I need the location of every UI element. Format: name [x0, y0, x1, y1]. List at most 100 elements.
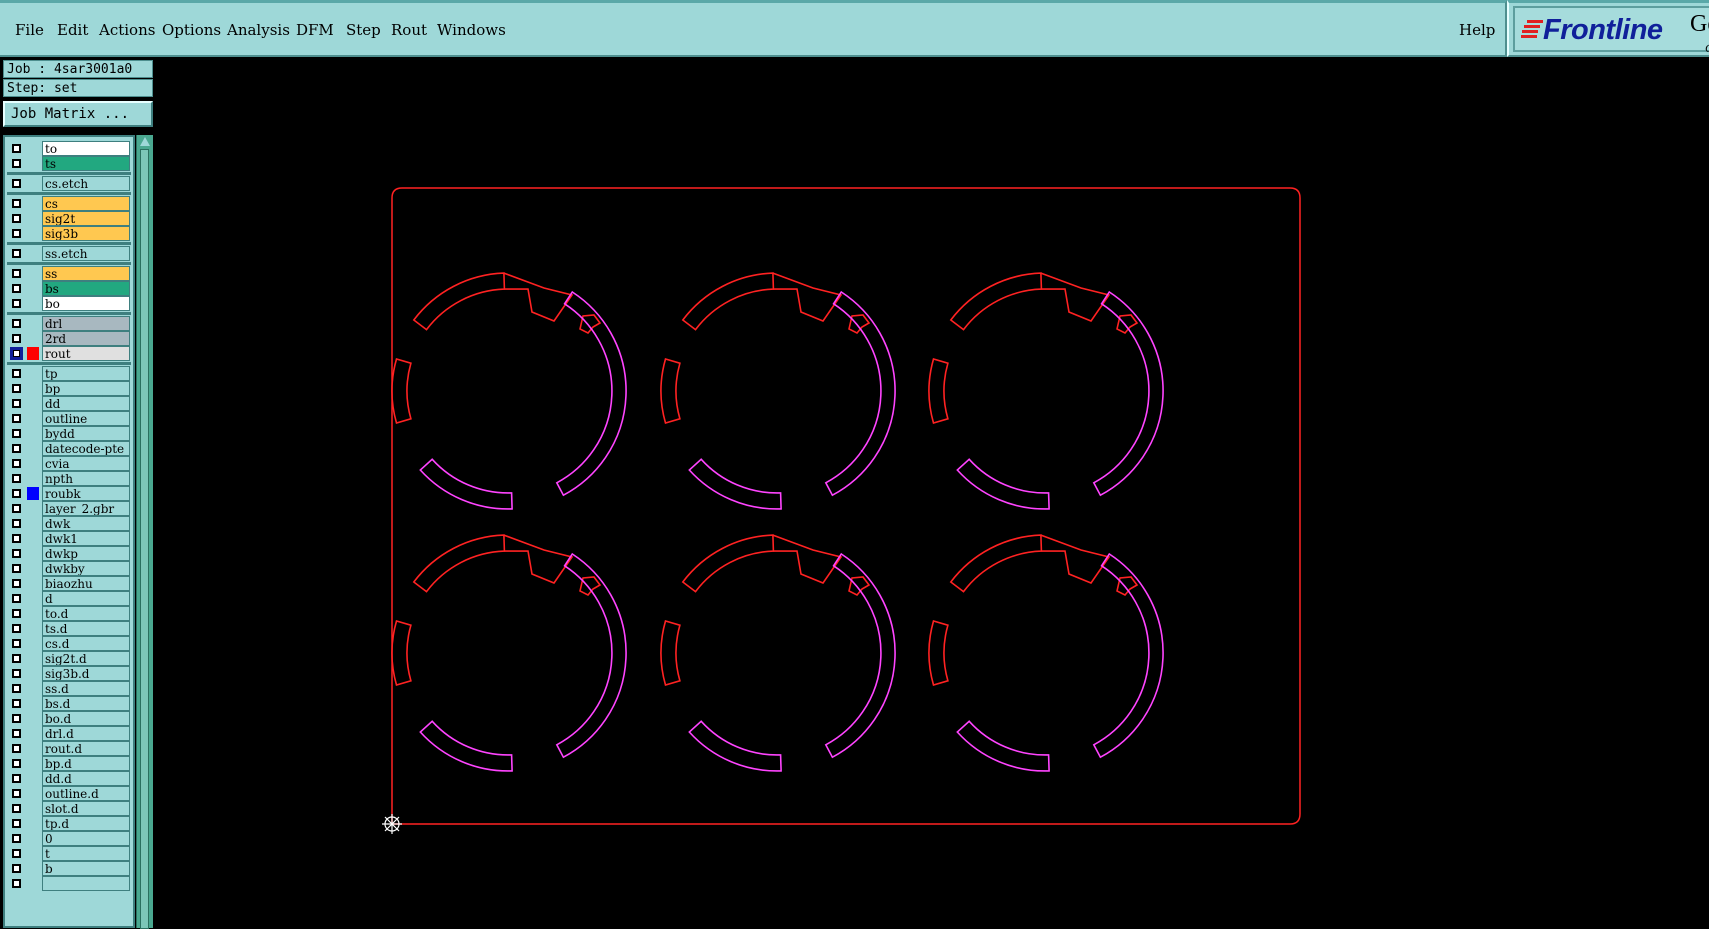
- scroll-up-icon[interactable]: [140, 137, 150, 146]
- layer-checkbox[interactable]: [12, 819, 21, 828]
- layer-row-dwkby[interactable]: dwkby: [7, 561, 131, 576]
- layer-name[interactable]: biaozhu: [42, 576, 130, 591]
- layer-checkbox[interactable]: [12, 474, 21, 483]
- layer-name[interactable]: dwk: [42, 516, 130, 531]
- layer-checkbox[interactable]: [12, 834, 21, 843]
- layer-name[interactable]: bs: [42, 281, 130, 296]
- layer-name[interactable]: cvia: [42, 456, 130, 471]
- layer-row-ss[interactable]: ss: [7, 266, 131, 281]
- layer-checkbox[interactable]: [12, 534, 21, 543]
- layer-row-biaozhu[interactable]: biaozhu: [7, 576, 131, 591]
- layer-name[interactable]: to.d: [42, 606, 130, 621]
- layer-checkbox[interactable]: [12, 334, 21, 343]
- layer-checkbox[interactable]: [12, 774, 21, 783]
- layer-row-cs.d[interactable]: cs.d: [7, 636, 131, 651]
- layer-checkbox[interactable]: [12, 564, 21, 573]
- layer-name[interactable]: drl.d: [42, 726, 130, 741]
- layer-name[interactable]: ts: [42, 156, 130, 171]
- layer-row-tp.d[interactable]: tp.d: [7, 816, 131, 831]
- menu-actions[interactable]: Actions: [99, 21, 155, 39]
- layer-row-rout.d[interactable]: rout.d: [7, 741, 131, 756]
- layer-name[interactable]: bo.d: [42, 711, 130, 726]
- layer-name[interactable]: [42, 876, 130, 891]
- layer-checkbox[interactable]: [12, 804, 21, 813]
- layer-row-blank[interactable]: [7, 876, 131, 891]
- menu-rout[interactable]: Rout: [391, 21, 427, 39]
- menu-options[interactable]: Options: [162, 21, 221, 39]
- layer-name[interactable]: bydd: [42, 426, 130, 441]
- menu-analysis[interactable]: Analysis: [227, 21, 290, 39]
- layer-name[interactable]: datecode-pte: [42, 441, 130, 456]
- menu-step[interactable]: Step: [346, 21, 381, 39]
- layer-row-dwk1[interactable]: dwk1: [7, 531, 131, 546]
- layer-row-2rd[interactable]: 2rd: [7, 331, 131, 346]
- layer-checkbox[interactable]: [12, 549, 21, 558]
- layer-row-bs.d[interactable]: bs.d: [7, 696, 131, 711]
- menu-dfm[interactable]: DFM: [296, 21, 334, 39]
- layer-name[interactable]: dwkp: [42, 546, 130, 561]
- layer-row-d[interactable]: d: [7, 591, 131, 606]
- layer-color-swatch[interactable]: [27, 487, 39, 500]
- layer-checkbox[interactable]: [12, 399, 21, 408]
- layer-row-layer_2.gbr[interactable]: layer_2.gbr: [7, 501, 131, 516]
- layer-row-roubk[interactable]: roubk: [7, 486, 131, 501]
- layer-row-to[interactable]: to: [7, 141, 131, 156]
- layer-row-cvia[interactable]: cvia: [7, 456, 131, 471]
- layer-name[interactable]: 2rd: [42, 331, 130, 346]
- layer-row-rout[interactable]: rout: [7, 346, 131, 361]
- layer-name[interactable]: sig2t: [42, 211, 130, 226]
- menu-edit[interactable]: Edit: [57, 21, 88, 39]
- layer-row-ss.d[interactable]: ss.d: [7, 681, 131, 696]
- layer-row-bs[interactable]: bs: [7, 281, 131, 296]
- layer-checkbox[interactable]: [12, 639, 21, 648]
- layer-name[interactable]: cs: [42, 196, 130, 211]
- layer-checkbox[interactable]: [12, 159, 21, 168]
- layer-name[interactable]: roubk: [42, 486, 130, 501]
- layer-row-outline.d[interactable]: outline.d: [7, 786, 131, 801]
- layer-row-bp[interactable]: bp: [7, 381, 131, 396]
- layer-row-slot.d[interactable]: slot.d: [7, 801, 131, 816]
- layer-checkbox[interactable]: [12, 249, 21, 258]
- layer-row-sig2t.d[interactable]: sig2t.d: [7, 651, 131, 666]
- layer-name[interactable]: tp: [42, 366, 130, 381]
- layer-name[interactable]: ss.etch: [42, 246, 130, 261]
- layer-checkbox[interactable]: [12, 319, 21, 328]
- menu-help[interactable]: Help: [1459, 21, 1495, 39]
- layer-row-dd.d[interactable]: dd.d: [7, 771, 131, 786]
- layer-row-b[interactable]: b: [7, 861, 131, 876]
- layer-checkbox[interactable]: [12, 654, 21, 663]
- layer-checkbox[interactable]: [12, 214, 21, 223]
- layer-name[interactable]: layer_2.gbr: [42, 501, 130, 516]
- layer-name[interactable]: bp: [42, 381, 130, 396]
- layer-name[interactable]: cs.d: [42, 636, 130, 651]
- layer-checkbox[interactable]: [12, 864, 21, 873]
- layer-checkbox[interactable]: [12, 144, 21, 153]
- layer-checkbox[interactable]: [12, 669, 21, 678]
- layer-checkbox[interactable]: [12, 504, 21, 513]
- layer-row-sig3b.d[interactable]: sig3b.d: [7, 666, 131, 681]
- layer-name[interactable]: rout.d: [42, 741, 130, 756]
- layer-checkbox[interactable]: [12, 459, 21, 468]
- layer-name[interactable]: bo: [42, 296, 130, 311]
- layer-name[interactable]: bp.d: [42, 756, 130, 771]
- layer-name[interactable]: sig3b: [42, 226, 130, 241]
- layer-name[interactable]: cs.etch: [42, 176, 130, 191]
- layer-name[interactable]: ss: [42, 266, 130, 281]
- layer-checkbox[interactable]: [12, 879, 21, 888]
- layer-checkbox[interactable]: [12, 414, 21, 423]
- job-matrix-button[interactable]: Job Matrix ...: [3, 101, 153, 127]
- layer-name[interactable]: dd: [42, 396, 130, 411]
- layer-name[interactable]: 0: [42, 831, 130, 846]
- layer-name[interactable]: b: [42, 861, 130, 876]
- layer-name[interactable]: slot.d: [42, 801, 130, 816]
- layer-row-sig3b[interactable]: sig3b: [7, 226, 131, 241]
- layer-checkbox[interactable]: [12, 759, 21, 768]
- layer-checkbox[interactable]: [12, 179, 21, 188]
- layer-row-cs.etch[interactable]: cs.etch: [7, 176, 131, 191]
- layer-row-npth[interactable]: npth: [7, 471, 131, 486]
- layer-checkbox[interactable]: [12, 729, 21, 738]
- layer-row-dd[interactable]: dd: [7, 396, 131, 411]
- layer-checkbox[interactable]: [12, 299, 21, 308]
- layer-row-datecode-pte[interactable]: datecode-pte: [7, 441, 131, 456]
- layer-row-tp[interactable]: tp: [7, 366, 131, 381]
